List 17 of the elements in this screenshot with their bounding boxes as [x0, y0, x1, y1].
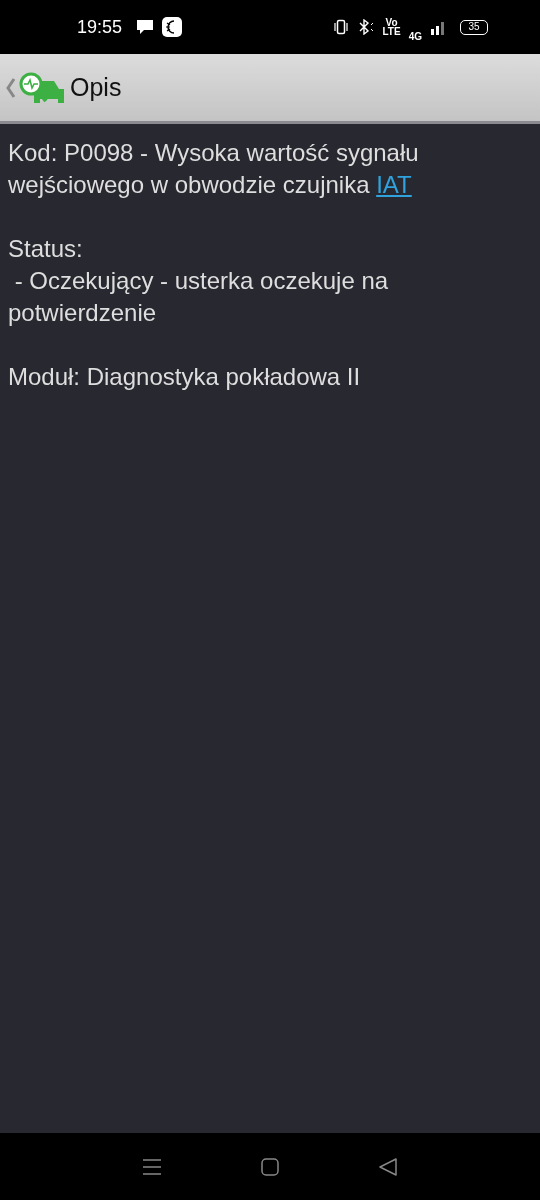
- menu-icon[interactable]: [143, 1157, 161, 1176]
- battery-indicator: 35: [460, 19, 488, 35]
- code-description: Kod: P0098 - Wysoka wartość sygnału wejściowego w obwodzie czujnika IAT: [8, 138, 420, 200]
- home-icon[interactable]: [261, 1157, 279, 1176]
- vibrate-icon: [332, 19, 349, 35]
- signal-icon: [430, 19, 446, 35]
- network-label: 4G: [408, 31, 422, 41]
- back-icon[interactable]: [379, 1157, 397, 1176]
- module-text: Moduł: Diagnostyka pokładowa II: [8, 362, 362, 392]
- iat-link[interactable]: IAT: [376, 171, 412, 198]
- volte-label: Vo: [385, 18, 398, 27]
- message-icon: [136, 19, 155, 35]
- volte-label: LTE: [382, 27, 401, 36]
- status-label: Status:: [8, 234, 84, 264]
- clock: 19:55: [77, 15, 123, 39]
- status-value: - Oczekujący - usterka oczekuje na potwierdzenie: [8, 266, 390, 328]
- screen-title: Opis: [70, 71, 122, 103]
